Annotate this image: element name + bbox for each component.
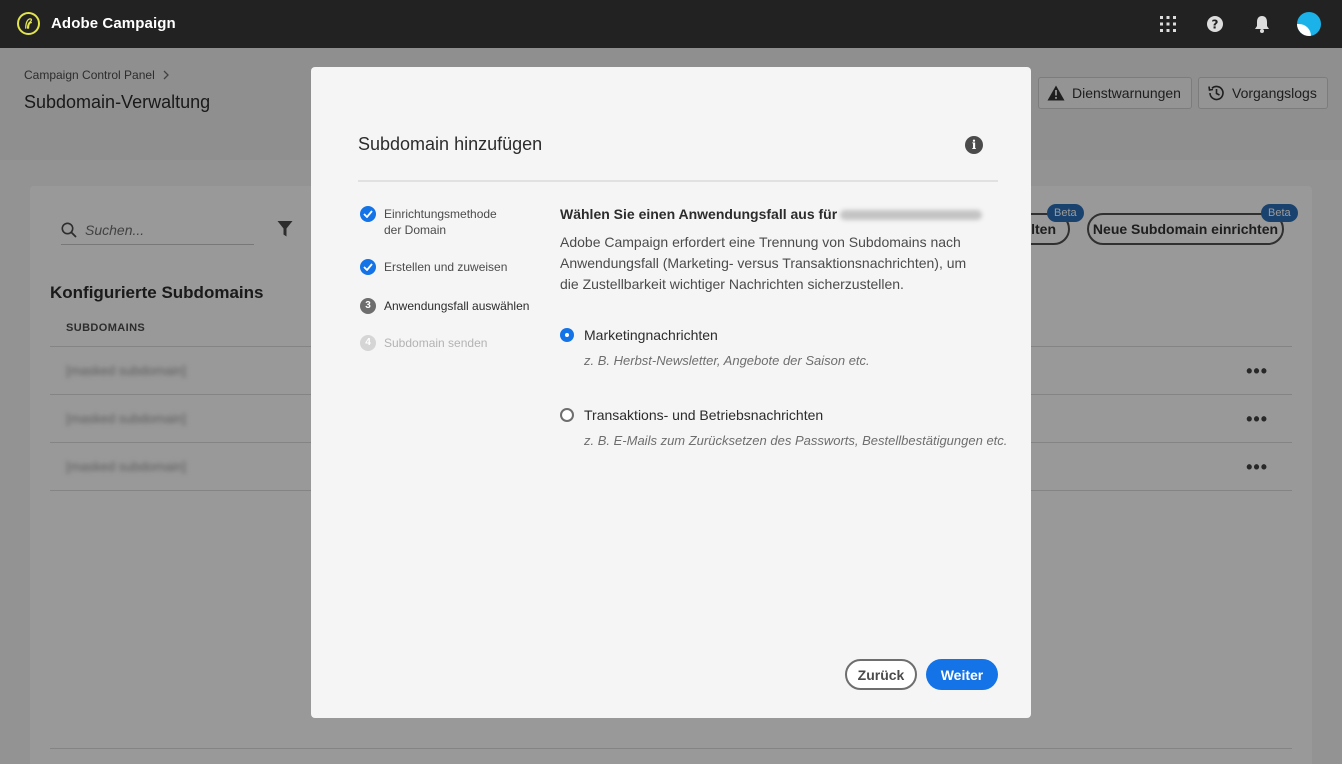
option-marketing[interactable]: Marketingnachrichten bbox=[560, 327, 718, 343]
masked-domain bbox=[840, 210, 983, 221]
checkmark-icon bbox=[360, 259, 376, 275]
radio-transactional[interactable] bbox=[560, 408, 574, 422]
apps-grid-icon[interactable] bbox=[1155, 11, 1181, 37]
wizard-step-label: Einrichtungsmethode der Domain bbox=[384, 207, 497, 237]
use-case-description: Adobe Campaign erfordert eine Trennung v… bbox=[560, 234, 967, 292]
wizard-step-label: Anwendungsfall auswählen bbox=[384, 299, 530, 313]
wizard-step-label: Erstellen und zuweisen bbox=[384, 260, 508, 274]
use-case-question-text: Wählen Sie einen Anwendungsfall aus für bbox=[560, 206, 838, 222]
radio-marketing[interactable] bbox=[560, 328, 574, 342]
use-case-question: Wählen Sie einen Anwendungsfall aus für bbox=[560, 206, 983, 222]
help-icon[interactable]: ? bbox=[1202, 11, 1228, 37]
notifications-bell-icon[interactable] bbox=[1249, 11, 1275, 37]
wizard-step-4: 4 Subdomain senden bbox=[360, 335, 487, 351]
back-button[interactable]: Zurück bbox=[845, 659, 917, 690]
top-navigation-bar: Adobe Campaign ? bbox=[0, 0, 1342, 48]
option-transactional[interactable]: Transaktions- und Betriebsnachrichten bbox=[560, 407, 823, 423]
option-transactional-hint: z. B. E-Mails zum Zurücksetzen des Passw… bbox=[584, 433, 1008, 448]
wizard-step-3: 3 Anwendungsfall auswählen bbox=[360, 298, 529, 314]
wizard-step-1: Einrichtungsmethode der Domain bbox=[360, 206, 514, 238]
add-subdomain-dialog: Subdomain hinzufügen i Einrichtungsmetho… bbox=[311, 67, 1031, 718]
svg-text:?: ? bbox=[1212, 18, 1219, 32]
next-button[interactable]: Weiter bbox=[926, 659, 998, 690]
option-transactional-label: Transaktions- und Betriebsnachrichten bbox=[584, 407, 824, 423]
user-avatar[interactable] bbox=[1296, 11, 1322, 37]
wizard-step-2: Erstellen und zuweisen bbox=[360, 259, 507, 275]
info-icon[interactable]: i bbox=[965, 136, 983, 154]
option-marketing-hint: z. B. Herbst-Newsletter, Angebote der Sa… bbox=[584, 353, 870, 368]
step-number-4: 4 bbox=[360, 335, 376, 351]
dialog-title: Subdomain hinzufügen bbox=[358, 134, 543, 154]
app-title[interactable]: Adobe Campaign bbox=[51, 15, 176, 32]
adobe-campaign-logo-icon[interactable] bbox=[17, 12, 40, 35]
option-marketing-label: Marketingnachrichten bbox=[584, 327, 718, 343]
step-number-3: 3 bbox=[360, 298, 376, 314]
dialog-divider bbox=[358, 180, 998, 182]
checkmark-icon bbox=[360, 206, 376, 222]
wizard-step-label: Subdomain senden bbox=[384, 336, 488, 350]
